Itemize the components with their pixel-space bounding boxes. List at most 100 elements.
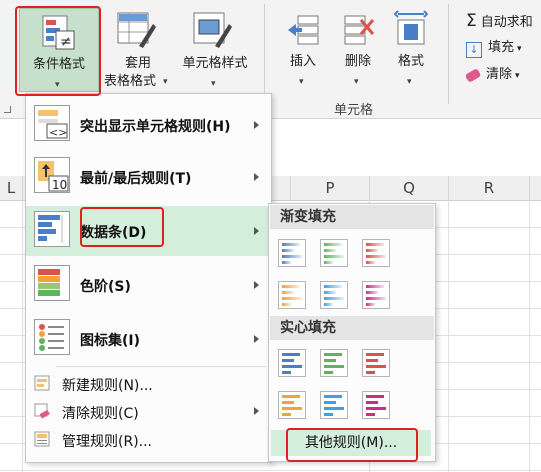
clear-button[interactable]: 清除 ▾ <box>464 65 520 85</box>
cell-style-label: 单元格样式 <box>182 56 248 71</box>
bar <box>282 261 291 264</box>
bar <box>282 371 291 374</box>
insert-button[interactable]: 插入 ▾ <box>278 8 328 88</box>
solid-red-data-bar[interactable] <box>362 349 390 377</box>
svg-text:<>: <> <box>49 126 67 139</box>
gradient-orange-data-bar[interactable] <box>278 281 306 309</box>
menu-item-clear-rules[interactable]: 清除规则(C) <box>26 398 271 424</box>
fill-button[interactable]: ↓ 填充 ▾ <box>466 38 522 58</box>
menu-item-label: 清除规则(C) <box>62 406 139 422</box>
menu-item-label: 突出显示单元格规则(H) <box>80 119 231 135</box>
solid-magenta-data-bar[interactable] <box>362 391 390 419</box>
bar <box>324 285 342 288</box>
chevron-down-icon: ▾ <box>517 44 522 54</box>
column-label: Q <box>403 179 415 197</box>
bar <box>366 249 378 252</box>
format-icon <box>394 10 428 45</box>
bar <box>366 303 375 306</box>
bar <box>324 255 344 258</box>
gradient-red-data-bar[interactable] <box>362 239 390 267</box>
menu-item-label: 图标集(I) <box>80 333 141 349</box>
bar <box>282 255 302 258</box>
bar <box>366 371 375 374</box>
data-bars-submenu: 渐变填充 实心填充 其他规则(M)... <box>268 203 436 462</box>
solid-lightblue-data-bar[interactable] <box>320 391 348 419</box>
menu-item-highlight-cell-rules[interactable]: <> 突出显示单元格规则(H) <box>26 100 271 150</box>
chevron-right-icon <box>254 407 259 415</box>
menu-item-color-scales[interactable]: 色阶(S) <box>26 260 271 310</box>
insert-icon <box>288 15 319 45</box>
bar <box>324 401 336 404</box>
chevron-down-icon: ▾ <box>515 71 520 81</box>
menu-item-manage-rules[interactable]: 管理规则(R)... <box>26 426 271 452</box>
gradient-lightblue-data-bar[interactable] <box>320 281 348 309</box>
separator <box>264 4 265 104</box>
bar <box>324 261 333 264</box>
menu-divider <box>56 366 266 367</box>
table-format-icon <box>117 12 156 48</box>
bar <box>324 243 342 246</box>
solid-orange-data-bar[interactable] <box>278 391 306 419</box>
top-bottom-icon-number: 10 <box>52 178 68 192</box>
highlight-rules-icon: <> <box>34 105 70 141</box>
fill-down-icon: ↓ <box>466 42 482 58</box>
bar <box>282 285 300 288</box>
dialog-launcher-icon[interactable] <box>4 106 11 113</box>
bar <box>282 353 300 356</box>
menu-item-icon-sets[interactable]: 图标集(I) <box>26 314 271 364</box>
column-header-p[interactable]: P <box>291 176 370 200</box>
manage-rules-icon <box>34 431 50 447</box>
bar <box>324 297 344 300</box>
chevron-right-icon <box>254 227 259 235</box>
clear-rules-icon <box>34 403 50 419</box>
menu-item-label: 最前/最后规则(T) <box>80 171 192 187</box>
table-format-label-1: 套用 <box>124 56 151 71</box>
solid-green-data-bar[interactable] <box>320 349 348 377</box>
column-header-q[interactable]: Q <box>370 176 449 200</box>
column-header-l[interactable]: L <box>0 176 23 200</box>
format-button[interactable]: 格式 ▾ <box>386 8 436 88</box>
group-label-cells: 单元格 <box>334 103 374 118</box>
bar <box>366 297 386 300</box>
conditional-format-menu: <> 突出显示单元格规则(H) 10 最前/最后规则(T) 数据条(D) 色阶(… <box>25 93 272 463</box>
column-label: P <box>325 179 335 197</box>
autosum-button[interactable]: Σ 自动求和 <box>466 11 533 31</box>
column-header-r[interactable]: R <box>449 176 530 200</box>
format-as-table-button[interactable]: 套用 表格格式 ▾ <box>103 8 173 90</box>
data-bars-icon <box>34 211 70 247</box>
annotation-box-conditional-format <box>15 6 101 96</box>
chevron-right-icon <box>254 281 259 289</box>
delete-icon <box>344 15 375 45</box>
bar <box>282 243 300 246</box>
menu-item-label: 管理规则(R)... <box>62 434 153 450</box>
cell-style-button[interactable]: 单元格样式 ▾ <box>175 8 255 90</box>
bar <box>282 365 302 368</box>
delete-label: 删除 <box>344 54 371 69</box>
solid-fill-header: 实心填充 <box>270 316 434 340</box>
menu-item-new-rule[interactable]: 新建规则(N)... <box>26 370 271 396</box>
bar <box>366 395 384 398</box>
chevron-down-icon: ▾ <box>299 77 304 87</box>
bar <box>282 401 294 404</box>
gradient-blue-data-bar[interactable] <box>278 239 306 267</box>
column-label: L <box>6 179 16 197</box>
bar <box>366 365 386 368</box>
gradient-green-data-bar[interactable] <box>320 239 348 267</box>
menu-item-top-bottom-rules[interactable]: 10 最前/最后规则(T) <box>26 152 271 202</box>
sigma-icon: Σ <box>466 11 477 31</box>
column-header-o[interactable] <box>270 176 291 200</box>
delete-button[interactable]: 删除 ▾ <box>333 8 383 88</box>
gradient-magenta-data-bar[interactable] <box>362 281 390 309</box>
bar <box>366 285 384 288</box>
bar <box>282 407 302 410</box>
bar <box>282 291 294 294</box>
bar <box>324 359 336 362</box>
icon-sets-icon <box>34 319 70 355</box>
fill-label: 填充 <box>488 40 515 55</box>
annotation-box-data-bars <box>80 207 164 247</box>
chevron-down-icon: ▾ <box>354 77 359 87</box>
bar <box>324 365 344 368</box>
solid-blue-data-bar[interactable] <box>278 349 306 377</box>
table-format-label-2: 表格格式 <box>103 74 156 89</box>
bar <box>282 297 302 300</box>
